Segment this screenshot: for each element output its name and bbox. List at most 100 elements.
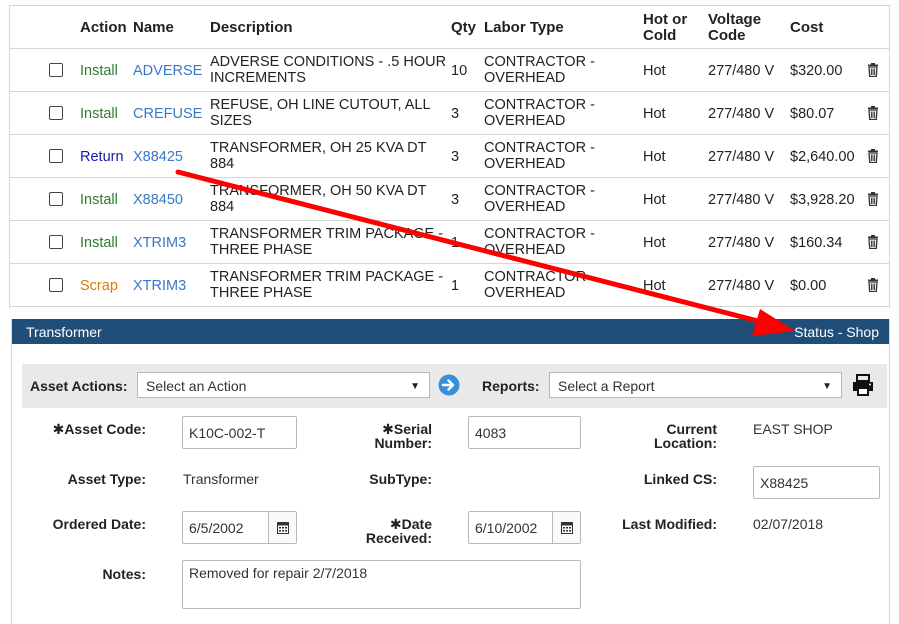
row-description-line1: TRANSFORMER, OH 50 KVA DT	[210, 183, 427, 199]
table-row: Install X88450 TRANSFORMER, OH 50 KVA DT…	[10, 178, 889, 221]
row-qty: 10	[451, 63, 468, 79]
asset-panel: Transformer Status - Shop Asset Actions:…	[11, 319, 890, 624]
row-cost: $320.00	[790, 63, 843, 79]
row-voltage-code: 277/480 V	[708, 63, 775, 79]
date-received-value: 6/10/2002	[475, 520, 538, 536]
row-description-line2: SIZES	[210, 113, 252, 129]
row-action: Install	[80, 235, 118, 251]
table-row: Install ADVERSE ADVERSE CONDITIONS - .5 …	[10, 49, 889, 92]
header-voltage-code[interactable]: Voltage Code	[708, 12, 761, 44]
serial-number-input[interactable]: 4083	[468, 416, 581, 449]
row-labor-type-line2: OVERHEAD	[484, 113, 566, 129]
ordered-date-value: 6/5/2002	[189, 520, 244, 536]
header-hot-or-cold-line1: Hot or	[643, 11, 688, 28]
asset-actions-selected: Select an Action	[146, 378, 247, 394]
subtype-label: SubType:	[369, 471, 432, 487]
row-labor-type-line2: OVERHEAD	[484, 70, 566, 86]
calendar-icon	[277, 522, 289, 534]
row-action: Install	[80, 63, 118, 79]
row-qty: 1	[451, 235, 460, 251]
row-qty: 3	[451, 106, 460, 122]
header-cost[interactable]: Cost	[790, 20, 823, 36]
row-checkbox[interactable]	[49, 278, 63, 292]
header-hot-or-cold-line2: Cold	[643, 27, 677, 44]
row-cost: $2,640.00	[790, 149, 855, 165]
table-row: Install CREFUSE REFUSE, OH LINE CUTOUT, …	[10, 92, 889, 135]
date-received-input[interactable]: 6/10/2002	[468, 511, 581, 544]
row-checkbox[interactable]	[49, 235, 63, 249]
reports-select[interactable]: Select a Report ▼	[549, 372, 842, 398]
row-action: Scrap	[80, 278, 118, 294]
row-labor-type-line2: OVERHEAD	[484, 156, 566, 172]
row-qty: 3	[451, 192, 460, 208]
trash-icon[interactable]	[867, 106, 879, 120]
row-hot-or-cold: Hot	[643, 106, 666, 122]
caret-down-icon: ▼	[410, 381, 420, 392]
notes-label: Notes:	[102, 566, 146, 582]
row-labor-type-line1: CONTRACTOR -	[484, 140, 595, 156]
row-checkbox[interactable]	[49, 149, 63, 163]
trash-icon[interactable]	[867, 192, 879, 206]
header-name[interactable]: Name	[133, 20, 174, 36]
row-name-link[interactable]: XTRIM3	[133, 278, 186, 294]
current-location-label: Current Location:	[654, 421, 717, 451]
trash-icon[interactable]	[867, 235, 879, 249]
row-description-line1: REFUSE, OH LINE CUTOUT, ALL	[210, 97, 431, 113]
row-hot-or-cold: Hot	[643, 149, 666, 165]
header-hot-or-cold[interactable]: Hot or Cold	[643, 12, 687, 44]
header-qty[interactable]: Qty	[451, 20, 476, 36]
row-checkbox[interactable]	[49, 192, 63, 206]
row-description-line2: 884	[210, 199, 235, 215]
row-action: Install	[80, 192, 118, 208]
required-icon: ✱	[52, 421, 65, 437]
asset-actions-select[interactable]: Select an Action ▼	[137, 372, 430, 398]
trash-icon[interactable]	[867, 63, 879, 77]
trash-icon[interactable]	[867, 278, 879, 292]
table-row: Return X88425 TRANSFORMER, OH 25 KVA DT …	[10, 135, 889, 178]
table-row: Install XTRIM3 TRANSFORMER TRIM PACKAGE …	[10, 221, 889, 264]
ordered-date-input[interactable]: 6/5/2002	[182, 511, 297, 544]
linked-cs-label: Linked CS:	[643, 471, 717, 487]
row-labor-type-line2: OVERHEAD	[484, 285, 566, 301]
printer-icon[interactable]	[851, 373, 875, 397]
row-description-line2: THREE PHASE	[210, 242, 313, 258]
row-cost: $80.07	[790, 106, 835, 122]
row-name-link[interactable]: XTRIM3	[133, 235, 186, 251]
row-hot-or-cold: Hot	[643, 278, 666, 294]
ordered-date-picker-button[interactable]	[268, 512, 296, 543]
row-voltage-code: 277/480 V	[708, 106, 775, 122]
asset-code-label: ✱Asset Code:	[52, 421, 146, 437]
row-checkbox[interactable]	[49, 106, 63, 120]
header-voltage-code-line2: Code	[708, 27, 746, 44]
row-description-line1: TRANSFORMER TRIM PACKAGE -	[210, 226, 444, 242]
row-description: TRANSFORMER TRIM PACKAGE - THREE PHASE	[210, 269, 443, 301]
header-labor-type[interactable]: Labor Type	[484, 20, 564, 36]
row-description: ADVERSE CONDITIONS - .5 HOUR INCREMENTS	[210, 54, 446, 86]
header-description[interactable]: Description	[210, 20, 293, 36]
row-name-link[interactable]: X88425	[133, 149, 183, 165]
reports-selected: Select a Report	[558, 378, 655, 394]
last-modified-value: 02/07/2018	[753, 516, 824, 532]
row-cost: $0.00	[790, 278, 827, 294]
date-received-picker-button[interactable]	[552, 512, 580, 543]
row-name-link[interactable]: ADVERSE	[133, 63, 202, 79]
row-labor-type: CONTRACTOR - OVERHEAD	[484, 183, 595, 215]
row-checkbox[interactable]	[49, 63, 63, 77]
actions-bar: Asset Actions: Select an Action ▼ Report…	[22, 364, 887, 408]
row-description: TRANSFORMER TRIM PACKAGE - THREE PHASE	[210, 226, 443, 258]
row-action: Return	[80, 149, 124, 165]
row-voltage-code: 277/480 V	[708, 278, 775, 294]
row-description-line1: TRANSFORMER TRIM PACKAGE -	[210, 269, 444, 285]
trash-icon[interactable]	[867, 149, 879, 163]
row-labor-type-line1: CONTRACTOR -	[484, 183, 595, 199]
row-labor-type: CONTRACTOR - OVERHEAD	[484, 226, 595, 258]
header-action[interactable]: Action	[80, 20, 127, 36]
notes-textarea[interactable]: Removed for repair 2/7/2018	[182, 560, 581, 609]
row-name-link[interactable]: CREFUSE	[133, 106, 202, 122]
arrow-circle-right-icon[interactable]	[438, 374, 460, 396]
row-description-line1: ADVERSE CONDITIONS - .5 HOUR	[210, 54, 447, 70]
asset-code-input[interactable]: K10C-002-T	[182, 416, 297, 449]
linked-cs-input[interactable]: X88425	[753, 466, 880, 499]
row-name-link[interactable]: X88450	[133, 192, 183, 208]
materials-table: Action Name Description Qty Labor Type H…	[9, 5, 890, 308]
